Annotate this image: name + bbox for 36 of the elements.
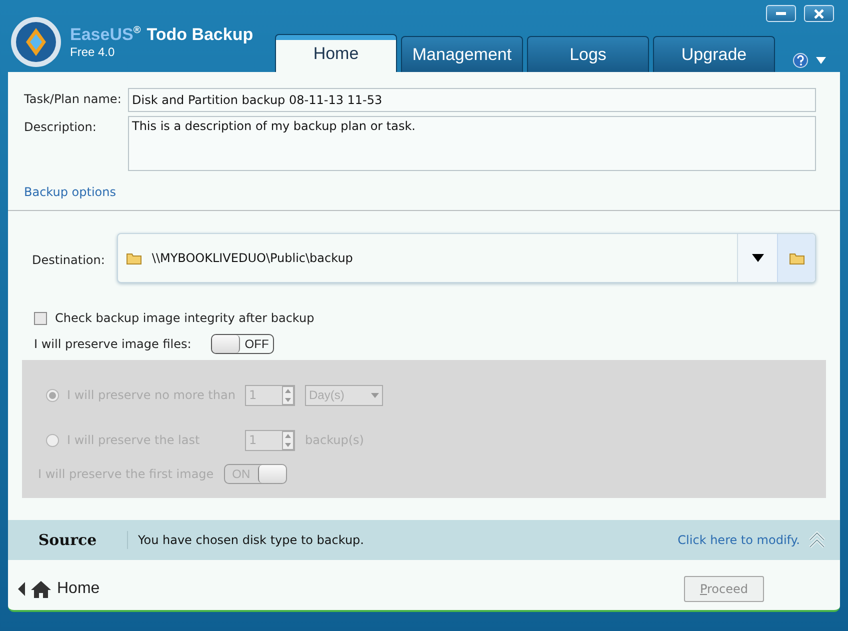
close-icon xyxy=(814,8,824,18)
modify-link[interactable]: Click here to modify. xyxy=(678,533,800,547)
home-icon xyxy=(31,580,51,598)
logo-icon xyxy=(10,16,62,68)
minimize-button[interactable] xyxy=(766,5,796,22)
app-title: EaseUS® Todo Backup xyxy=(70,25,254,45)
back-arrow-icon xyxy=(18,582,25,596)
tab[interactable]: Upgrade xyxy=(653,36,775,72)
description-field[interactable]: This is a description of my backup plan or task. xyxy=(128,116,816,171)
checkbox[interactable] xyxy=(34,312,47,324)
folder-icon xyxy=(788,252,804,264)
tab[interactable]: Logs xyxy=(527,36,649,72)
dropdown-button[interactable] xyxy=(737,234,777,282)
folder-icon xyxy=(126,252,142,264)
back-home-link[interactable]: Home xyxy=(18,580,100,598)
field-label: Task/Plan name: xyxy=(24,91,122,108)
destination-field[interactable]: \\MYBOOKLIVEDUO\Public\backup xyxy=(116,233,816,283)
help-icon[interactable] xyxy=(793,53,808,68)
minimize-icon xyxy=(776,12,786,15)
field-label: Destination: xyxy=(32,252,105,267)
close-button[interactable] xyxy=(804,5,834,22)
source-message: You have chosen disk type to backup. xyxy=(137,533,365,547)
toggle-switch[interactable]: OFF xyxy=(211,334,274,354)
caret-icon xyxy=(752,254,764,262)
field-label: Description: xyxy=(24,119,98,136)
chevron-up-icon[interactable] xyxy=(808,531,826,549)
caret-icon xyxy=(371,392,379,398)
tab[interactable]: Management xyxy=(401,36,523,72)
checkbox-label: Check backup image integrity after backup xyxy=(55,311,314,325)
task-name-field[interactable]: Disk and Partition backup 08-11-13 11-53 xyxy=(128,88,816,112)
backup-options-link[interactable]: Backup options xyxy=(24,185,116,199)
tab[interactable]: Home xyxy=(275,34,397,72)
preserve-label: I will preserve image files: xyxy=(34,337,192,351)
edition-label: Free 4.0 xyxy=(70,45,116,59)
source-title: Source xyxy=(8,531,128,549)
caret-icon[interactable] xyxy=(816,57,826,64)
